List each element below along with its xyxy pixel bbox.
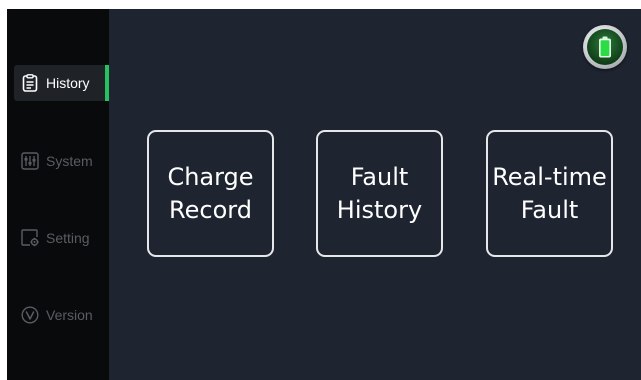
sidebar-item-version[interactable]: Version <box>14 297 109 333</box>
card-label-line: Real-time <box>492 162 607 191</box>
app-screen: History System Setting Version Charge Re… <box>7 9 641 380</box>
card-label-line: Record <box>169 195 252 224</box>
clipboard-icon <box>20 73 40 93</box>
sidebar-item-history[interactable]: History <box>14 65 109 101</box>
sidebar-item-system[interactable]: System <box>14 143 109 179</box>
version-check-icon <box>20 305 40 325</box>
battery-status-button[interactable] <box>583 25 627 69</box>
card-label-line: Charge <box>167 162 254 191</box>
sliders-icon <box>20 151 40 171</box>
card-label-line: History <box>336 195 423 224</box>
sidebar-item-label: Setting <box>46 230 90 246</box>
real-time-fault-button[interactable]: Real-time Fault <box>486 130 613 257</box>
sidebar-item-label: History <box>46 75 90 91</box>
fault-history-button[interactable]: Fault History <box>316 130 443 257</box>
sidebar-item-label: System <box>46 153 93 169</box>
sidebar: History System Setting Version <box>7 9 109 380</box>
window-gear-icon <box>20 228 40 248</box>
sidebar-item-setting[interactable]: Setting <box>14 220 109 256</box>
card-label-line: Fault <box>350 162 409 191</box>
sidebar-item-label: Version <box>46 307 93 323</box>
battery-icon <box>587 29 623 65</box>
charge-record-button[interactable]: Charge Record <box>147 130 274 257</box>
card-label-line: Fault <box>520 195 579 224</box>
